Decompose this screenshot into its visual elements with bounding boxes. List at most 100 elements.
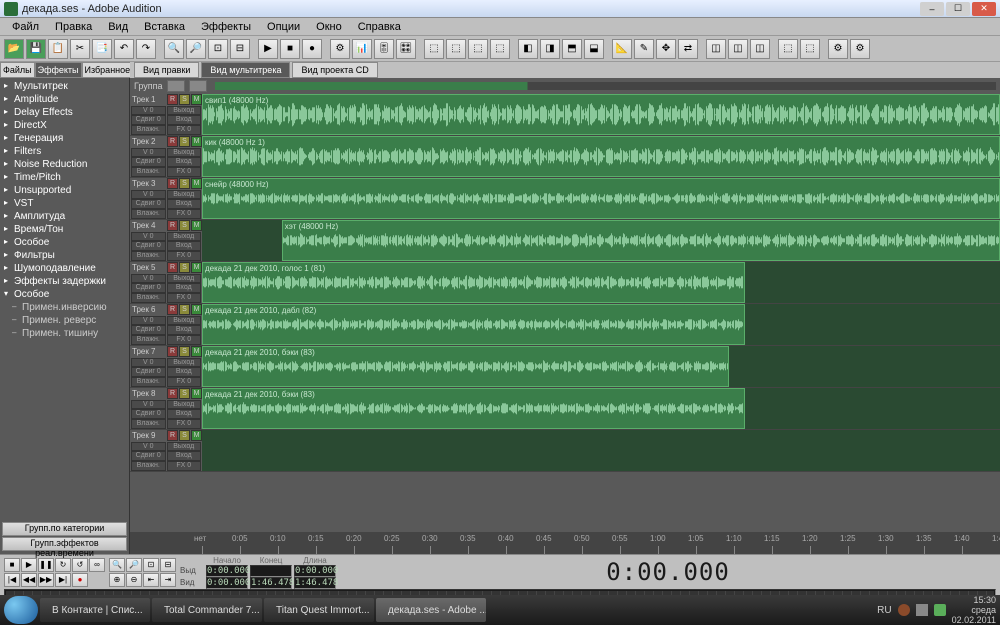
- tree-item[interactable]: Особое: [2, 288, 127, 301]
- tray-icon[interactable]: [898, 604, 910, 616]
- toolbar-btn-17[interactable]: ⚙: [330, 39, 350, 59]
- mute-button[interactable]: M: [191, 136, 202, 147]
- taskbar-item[interactable]: Total Commander 7...: [152, 598, 262, 622]
- tree-item[interactable]: Время/Тон: [2, 223, 127, 236]
- toolbar-btn-1[interactable]: 💾: [26, 39, 46, 59]
- record-arm-button[interactable]: R: [167, 304, 178, 315]
- forward-button[interactable]: ▶▶: [38, 573, 54, 587]
- out-field[interactable]: Выход: [167, 442, 202, 452]
- wet-field[interactable]: Влажн.: [131, 167, 166, 177]
- toolbar-btn-25[interactable]: ⬚: [490, 39, 510, 59]
- sidebar-tab-0[interactable]: Файлы: [0, 62, 35, 78]
- solo-button[interactable]: S: [179, 178, 190, 189]
- pause-button[interactable]: ❚❚: [38, 558, 54, 572]
- wet-field[interactable]: Влажн.: [131, 377, 166, 387]
- record-arm-button[interactable]: R: [167, 178, 178, 189]
- maximize-button[interactable]: ☐: [946, 2, 970, 16]
- vol-field[interactable]: V 0: [131, 442, 166, 452]
- toolbar-btn-38[interactable]: ◫: [728, 39, 748, 59]
- wet-field[interactable]: Влажн.: [131, 461, 166, 471]
- network-icon[interactable]: [934, 604, 946, 616]
- sel-len[interactable]: 0:00.000: [294, 565, 336, 577]
- tree-item[interactable]: Мультитрек: [2, 80, 127, 93]
- toolbar-btn-2[interactable]: 📋: [48, 39, 68, 59]
- toolbar-btn-28[interactable]: ◨: [540, 39, 560, 59]
- tree-item[interactable]: Delay Effects: [2, 106, 127, 119]
- audio-clip[interactable]: декада 21 дек 2010, голос 1 (81): [202, 262, 745, 303]
- zoom-full-button[interactable]: ⊡: [143, 558, 159, 572]
- zoom-right-button[interactable]: ⇥: [160, 573, 176, 587]
- track-lane[interactable]: хэт (48000 Hz): [202, 220, 1000, 261]
- mute-button[interactable]: M: [191, 262, 202, 273]
- minimize-button[interactable]: –: [920, 2, 944, 16]
- track-lane[interactable]: [202, 430, 1000, 471]
- toolbar-btn-35[interactable]: ⇄: [678, 39, 698, 59]
- toolbar-btn-27[interactable]: ◧: [518, 39, 538, 59]
- track-lane[interactable]: декада 21 дек 2010, бэки (83): [202, 388, 1000, 429]
- toolbar-btn-23[interactable]: ⬚: [446, 39, 466, 59]
- toolbar-btn-37[interactable]: ◫: [706, 39, 726, 59]
- tree-item[interactable]: VST: [2, 197, 127, 210]
- audio-clip[interactable]: декада 21 дек 2010, бэки (83): [202, 346, 729, 387]
- toolbar-btn-8[interactable]: 🔍: [164, 39, 184, 59]
- track-lane[interactable]: декада 21 дек 2010, бэки (83): [202, 346, 1000, 387]
- view-tab-1[interactable]: Вид мультитрека: [201, 62, 290, 78]
- toolbar-btn-20[interactable]: 🎛: [396, 39, 416, 59]
- in-field[interactable]: Вход: [167, 451, 202, 461]
- record-arm-button[interactable]: R: [167, 388, 178, 399]
- track-lane[interactable]: декада 21 дек 2010, дабл (82): [202, 304, 1000, 345]
- out-field[interactable]: Выход: [167, 148, 202, 158]
- loop-button[interactable]: ∞: [89, 558, 105, 572]
- fx-field[interactable]: FX 0: [167, 209, 202, 219]
- vol-field[interactable]: V 0: [131, 232, 166, 242]
- mute-button[interactable]: M: [191, 430, 202, 441]
- in-field[interactable]: Вход: [167, 241, 202, 251]
- pan-field[interactable]: Сдвиг 0: [131, 115, 166, 125]
- in-field[interactable]: Вход: [167, 325, 202, 335]
- wet-field[interactable]: Влажн.: [131, 293, 166, 303]
- pan-field[interactable]: Сдвиг 0: [131, 325, 166, 335]
- close-button[interactable]: ✕: [972, 2, 996, 16]
- tree-item[interactable]: Фильтры: [2, 249, 127, 262]
- toolbar-btn-11[interactable]: ⊟: [230, 39, 250, 59]
- pan-field[interactable]: Сдвиг 0: [131, 157, 166, 167]
- view-len[interactable]: 1:46.478: [294, 577, 336, 589]
- record-arm-button[interactable]: R: [167, 346, 178, 357]
- mute-button[interactable]: M: [191, 94, 202, 105]
- toolbar-btn-3[interactable]: ✂: [70, 39, 90, 59]
- mute-button[interactable]: M: [191, 346, 202, 357]
- wet-field[interactable]: Влажн.: [131, 251, 166, 261]
- in-field[interactable]: Вход: [167, 367, 202, 377]
- view-start[interactable]: 0:00.000: [206, 577, 248, 589]
- tree-item[interactable]: Генерация: [2, 132, 127, 145]
- out-field[interactable]: Выход: [167, 358, 202, 368]
- group-btn-1[interactable]: [167, 80, 185, 92]
- audio-clip[interactable]: снейр (48000 Hz): [202, 178, 1000, 219]
- zoom-out-v-button[interactable]: ⊖: [126, 573, 142, 587]
- track-lane[interactable]: свип1 (48000 Hz): [202, 94, 1000, 135]
- in-field[interactable]: Вход: [167, 283, 202, 293]
- play-skip-button[interactable]: ↺: [72, 558, 88, 572]
- audio-clip[interactable]: свип1 (48000 Hz): [202, 94, 1000, 135]
- track-lane[interactable]: кик (48000 Hz 1): [202, 136, 1000, 177]
- menu-Опции[interactable]: Опции: [259, 19, 308, 35]
- tree-item[interactable]: Примен. тишину: [2, 327, 127, 340]
- toolbar-btn-45[interactable]: ⚙: [850, 39, 870, 59]
- solo-button[interactable]: S: [179, 262, 190, 273]
- in-field[interactable]: Вход: [167, 157, 202, 167]
- wet-field[interactable]: Влажн.: [131, 335, 166, 345]
- audio-clip[interactable]: кик (48000 Hz 1): [202, 136, 1000, 177]
- record-arm-button[interactable]: R: [167, 136, 178, 147]
- fx-field[interactable]: FX 0: [167, 335, 202, 345]
- fx-field[interactable]: FX 0: [167, 419, 202, 429]
- tree-item[interactable]: Примен. реверс: [2, 314, 127, 327]
- out-field[interactable]: Выход: [167, 274, 202, 284]
- in-field[interactable]: Вход: [167, 409, 202, 419]
- toolbar-btn-15[interactable]: ●: [302, 39, 322, 59]
- tree-item[interactable]: Amplitude: [2, 93, 127, 106]
- solo-button[interactable]: S: [179, 94, 190, 105]
- view-end[interactable]: 1:46.478: [250, 577, 292, 589]
- mute-button[interactable]: M: [191, 388, 202, 399]
- toolbar-btn-41[interactable]: ⬚: [778, 39, 798, 59]
- toolbar-btn-14[interactable]: ■: [280, 39, 300, 59]
